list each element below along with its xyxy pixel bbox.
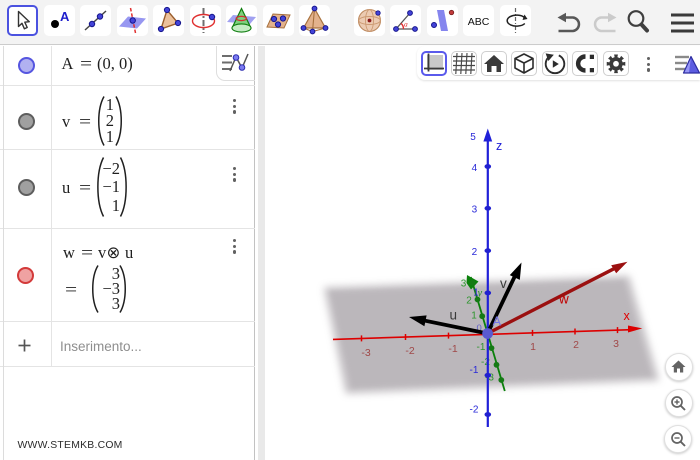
svg-text:-3: -3 (485, 373, 494, 384)
svg-text:y: y (477, 288, 483, 299)
svg-text:-1: -1 (448, 343, 457, 355)
svg-text:4: 4 (472, 163, 478, 174)
svg-text:a: a (404, 20, 408, 29)
svg-text:v: v (500, 276, 507, 291)
svg-text:3: 3 (613, 338, 619, 350)
svg-text:u: u (450, 308, 458, 323)
svg-text:-1: -1 (477, 342, 486, 353)
svg-text:-1: -1 (470, 365, 479, 376)
svg-text:2: 2 (573, 339, 579, 351)
svg-text:ABC: ABC (468, 16, 490, 28)
svg-text:z: z (496, 139, 502, 153)
svg-text:2: 2 (472, 247, 478, 258)
svg-text:3: 3 (461, 279, 467, 290)
svg-text:1: 1 (471, 311, 477, 322)
svg-text:0: 0 (477, 323, 482, 334)
svg-text:2: 2 (466, 296, 472, 307)
svg-text:1: 1 (530, 341, 536, 353)
svg-text:1: 1 (473, 288, 479, 299)
svg-text:5: 5 (470, 132, 476, 143)
svg-text:A: A (60, 9, 70, 24)
svg-text:A: A (493, 314, 502, 329)
svg-text:-3: -3 (361, 347, 370, 359)
svg-text:-2: -2 (470, 405, 479, 416)
svg-text:w: w (558, 292, 569, 307)
svg-text:-2: -2 (481, 357, 490, 368)
svg-text:x: x (624, 309, 631, 323)
svg-text:3: 3 (472, 205, 478, 216)
svg-text:-2: -2 (405, 345, 414, 357)
